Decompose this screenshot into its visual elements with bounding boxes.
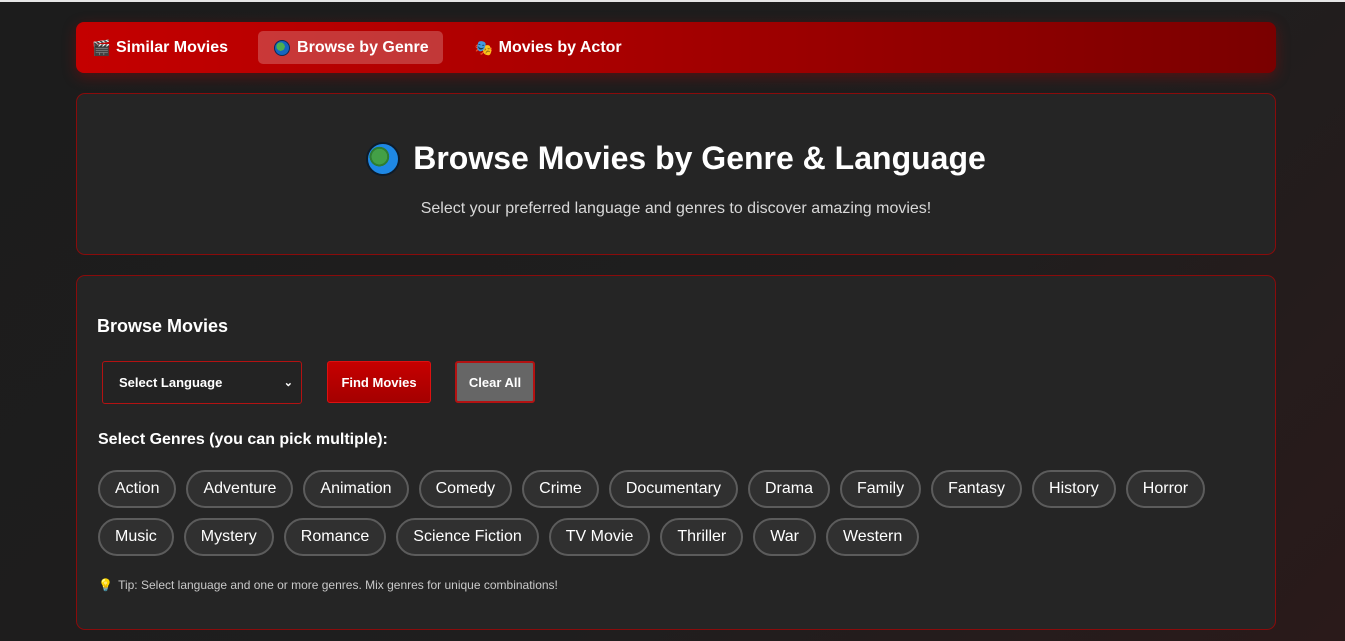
genre-chip[interactable]: Adventure — [186, 470, 294, 508]
browse-card: Browse Movies Select Language ⌄ Find Mov… — [76, 275, 1276, 630]
tab-movies-by-actor[interactable]: 🎭 Movies by Actor — [469, 31, 628, 64]
language-select[interactable]: Select Language ⌄ — [102, 361, 302, 404]
lightbulb-icon: 💡 — [98, 578, 113, 592]
page-subtitle: Select your preferred language and genre… — [420, 200, 932, 217]
genre-chip[interactable]: Family — [839, 470, 922, 508]
genre-chip[interactable]: Romance — [283, 518, 387, 556]
page-title-text: Browse Movies by Genre & Language — [413, 140, 986, 176]
tab-browse-by-genre[interactable]: Browse by Genre — [258, 31, 443, 64]
tab-label: Movies by Actor — [498, 38, 622, 56]
tip-message: Tip: Select language and one or more gen… — [118, 578, 558, 592]
top-navigation: 🎬 Similar Movies Browse by Genre 🎭 Movie… — [76, 22, 1276, 73]
genres-label: Select Genres (you can pick multiple): — [98, 431, 388, 448]
genre-chip-list: Action Adventure Animation Comedy Crime … — [98, 470, 1248, 566]
language-select-value: Select Language — [119, 375, 223, 390]
genre-chip[interactable]: TV Movie — [548, 518, 651, 556]
genre-chip[interactable]: Science Fiction — [396, 518, 539, 556]
clapperboard-icon: 🎬 — [92, 39, 111, 57]
genre-chip[interactable]: Animation — [303, 470, 409, 508]
genre-chip[interactable]: Fantasy — [931, 470, 1023, 508]
genre-chip[interactable]: Drama — [747, 470, 830, 508]
clear-all-button[interactable]: Clear All — [455, 361, 535, 403]
genre-chip[interactable]: Western — [825, 518, 920, 556]
genre-chip[interactable]: Thriller — [660, 518, 744, 556]
genre-chip[interactable]: Action — [98, 470, 177, 508]
genre-chip[interactable]: History — [1032, 470, 1116, 508]
genre-chip[interactable]: Horror — [1125, 470, 1206, 508]
find-movies-button[interactable]: Find Movies — [327, 361, 431, 403]
genre-chip[interactable]: Music — [98, 518, 174, 556]
tab-label: Browse by Genre — [297, 38, 429, 56]
hero-card: Browse Movies by Genre & Language Select… — [76, 93, 1276, 255]
genre-chip[interactable]: Mystery — [183, 518, 274, 556]
browse-section-title: Browse Movies — [97, 316, 229, 336]
theater-masks-icon: 🎭 — [474, 39, 494, 57]
globe-icon — [274, 39, 291, 56]
page-title: Browse Movies by Genre & Language — [77, 140, 1275, 177]
chevron-down-icon: ⌄ — [283, 377, 293, 389]
genre-chip[interactable]: Comedy — [418, 470, 513, 508]
genre-chip[interactable]: Documentary — [608, 470, 738, 508]
window-top-border — [0, 0, 1345, 2]
globe-icon — [366, 141, 401, 176]
tab-label: Similar Movies — [116, 38, 229, 56]
tip-text: 💡 Tip: Select language and one or more g… — [98, 578, 558, 592]
genre-chip[interactable]: War — [753, 518, 816, 556]
genre-chip[interactable]: Crime — [522, 470, 599, 508]
tab-similar-movies[interactable]: 🎬 Similar Movies — [86, 31, 234, 64]
